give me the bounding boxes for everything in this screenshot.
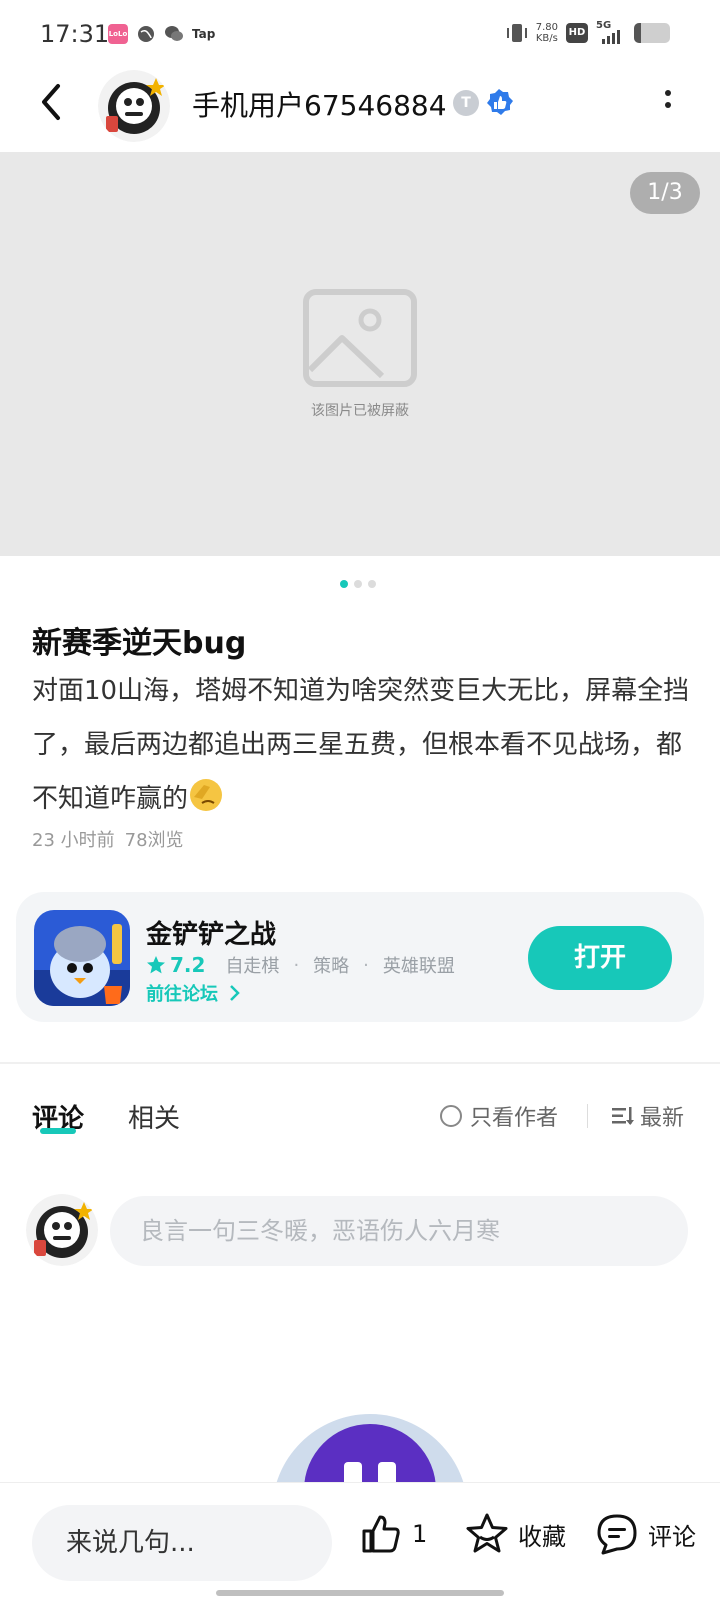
open-game-button[interactable]: 打开 bbox=[528, 926, 672, 990]
star-icon bbox=[147, 956, 165, 974]
post-time: 23 小时前 bbox=[32, 830, 115, 851]
comment-icon bbox=[597, 1514, 637, 1555]
verified-icon bbox=[487, 89, 513, 115]
quick-comment-input[interactable]: 来说几句... bbox=[32, 1505, 332, 1581]
carousel-dot bbox=[354, 580, 362, 588]
back-arrow-icon[interactable] bbox=[34, 80, 70, 124]
post-body: 对面10山海，塔姆不知道为啥突然变巨大无比，屏幕全挡了，最后两边都追出两三星五费… bbox=[32, 676, 690, 814]
author-avatar[interactable] bbox=[98, 70, 170, 142]
globe-icon bbox=[138, 26, 154, 42]
image-placeholder-icon bbox=[303, 289, 417, 387]
carousel-indicator bbox=[340, 580, 376, 588]
post-views: 78浏览 bbox=[124, 830, 184, 851]
carousel-dot bbox=[340, 580, 348, 588]
author-username[interactable]: 手机用户67546884 bbox=[192, 84, 447, 124]
blocked-image-text: 该图片已被屏蔽 bbox=[311, 403, 409, 419]
sort-icon bbox=[612, 1107, 634, 1125]
battery-icon bbox=[634, 23, 670, 43]
image-carousel[interactable]: 1/3 该图片已被屏蔽 bbox=[0, 152, 720, 556]
status-app-icons: LoLo Tap bbox=[108, 24, 215, 44]
game-tag: 自走棋 bbox=[225, 956, 280, 977]
active-tab-indicator bbox=[40, 1128, 76, 1134]
image-counter: 1/3 bbox=[630, 172, 700, 214]
wechat-icon bbox=[165, 26, 183, 41]
more-icon[interactable] bbox=[656, 84, 680, 120]
favorite-icon bbox=[466, 1513, 508, 1553]
game-card[interactable]: 金铲铲之战 7.2 自走棋 · 策略 · 英雄联盟 前往论坛 打开 bbox=[16, 892, 704, 1022]
user-avatar bbox=[26, 1194, 98, 1266]
game-tag: 英雄联盟 bbox=[382, 956, 455, 977]
level-badge: T bbox=[453, 90, 479, 116]
game-stats: 7.2 自走棋 · 策略 · 英雄联盟 bbox=[146, 952, 455, 978]
comment-button[interactable]: 评论 bbox=[594, 1511, 696, 1557]
radio-icon bbox=[440, 1105, 462, 1127]
tab-related[interactable]: 相关 bbox=[128, 1098, 180, 1135]
like-count: 1 bbox=[412, 1520, 428, 1548]
author-only-toggle[interactable]: 只看作者 bbox=[440, 1100, 558, 1132]
tag-separator: · bbox=[363, 954, 369, 976]
chevron-right-icon bbox=[230, 985, 241, 1001]
game-rating: 7.2 bbox=[170, 953, 206, 977]
bottom-action-bar: 来说几句... 1 收藏 评论 bbox=[0, 1482, 720, 1600]
post-header: 手机用户67546884 T bbox=[0, 62, 720, 146]
lolo-app-icon: LoLo bbox=[108, 24, 128, 44]
hd-icon: HD bbox=[566, 23, 588, 43]
post-meta: 23 小时前 78浏览 bbox=[32, 826, 184, 852]
carousel-dot bbox=[368, 580, 376, 588]
vibrate-icon bbox=[506, 24, 527, 42]
forum-link[interactable]: 前往论坛 bbox=[146, 980, 242, 1006]
game-name: 金铲铲之战 bbox=[146, 920, 277, 950]
section-divider bbox=[0, 1062, 720, 1064]
comment-input[interactable]: 良言一句三冬暖，恶语伤人六月寒 bbox=[110, 1196, 688, 1266]
tag-separator: · bbox=[293, 954, 300, 976]
like-icon bbox=[362, 1515, 400, 1553]
net-speed: 7.80 KB/s bbox=[535, 22, 558, 44]
home-indicator[interactable] bbox=[216, 1590, 504, 1596]
game-tag: 策略 bbox=[313, 956, 350, 977]
game-app-icon bbox=[34, 910, 130, 1006]
status-right: 7.80 KB/s HD 5G bbox=[506, 20, 670, 44]
status-time: 17:31 bbox=[40, 20, 110, 48]
facepalm-emoji-icon bbox=[190, 779, 223, 811]
tap-app-icon: Tap bbox=[192, 27, 216, 41]
favorite-button[interactable]: 收藏 bbox=[464, 1511, 566, 1557]
like-button[interactable]: 1 bbox=[358, 1511, 427, 1557]
filter-divider bbox=[587, 1104, 588, 1128]
sort-toggle[interactable]: 最新 bbox=[610, 1100, 684, 1132]
post-title: 新赛季逆天bug bbox=[32, 626, 247, 661]
signal-icon: 5G bbox=[596, 20, 626, 44]
